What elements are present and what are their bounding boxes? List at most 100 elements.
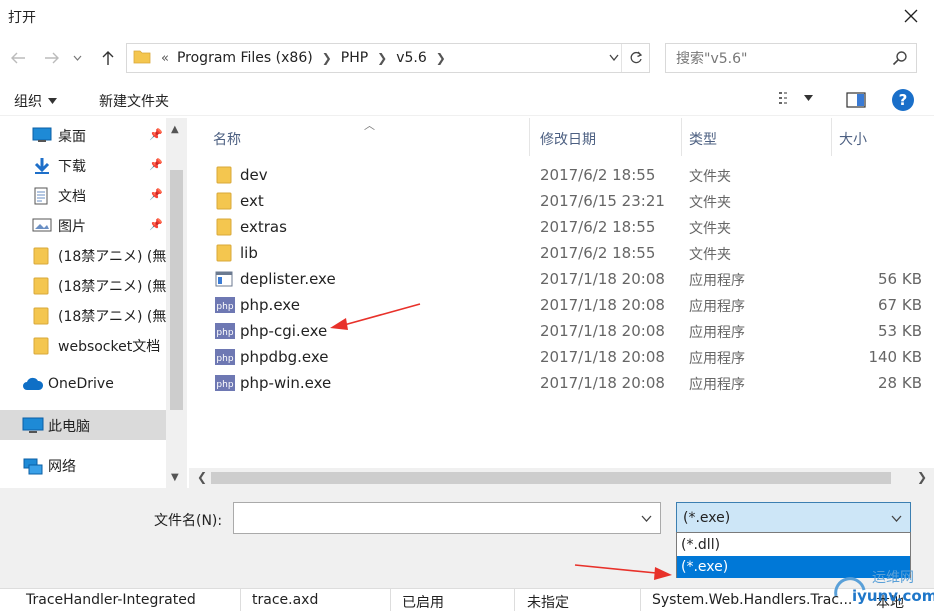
refresh-button[interactable]	[621, 44, 649, 72]
nav-item-folder-2[interactable]: (18禁アニメ) (無	[0, 270, 166, 300]
file-size: 28 KB	[878, 374, 922, 392]
address-dropdown-button[interactable]	[609, 51, 619, 64]
pin-icon[interactable]: 📌	[149, 188, 163, 201]
breadcrumb-v56[interactable]: v5.6	[396, 50, 427, 66]
file-name: php-win.exe	[240, 374, 332, 392]
folder-icon	[133, 48, 151, 68]
file-row[interactable]: lib 2017/6/2 18:55 文件夹	[189, 240, 934, 266]
chevron-down-icon[interactable]	[641, 512, 652, 525]
file-type: 应用程序	[689, 299, 745, 315]
file-type: 文件夹	[689, 169, 731, 185]
preview-pane-button[interactable]	[846, 92, 866, 112]
new-folder-button[interactable]: 新建文件夹	[99, 91, 169, 111]
help-button[interactable]: ?	[892, 89, 914, 111]
file-name: dev	[240, 166, 268, 184]
filename-input[interactable]	[233, 502, 661, 534]
file-modified: 2017/6/2 18:55	[540, 244, 656, 262]
chevron-right-icon[interactable]: ❯	[436, 51, 446, 65]
search-placeholder: 搜索"v5.6"	[676, 51, 748, 67]
file-row[interactable]: php php-cgi.exe 2017/1/18 20:08 应用程序 53 …	[189, 318, 934, 344]
chevron-right-icon[interactable]: ❯	[322, 51, 332, 65]
php-icon: php	[215, 374, 235, 396]
file-list-hscrollbar[interactable]: ❮ ❯	[189, 468, 934, 488]
file-row[interactable]: dev 2017/6/2 18:55 文件夹	[189, 162, 934, 188]
file-size: 53 KB	[878, 322, 922, 340]
breadcrumb-php[interactable]: PHP	[341, 50, 368, 66]
address-overflow[interactable]: «	[161, 51, 169, 66]
file-name: phpdbg.exe	[240, 348, 329, 366]
file-row[interactable]: deplister.exe 2017/1/18 20:08 应用程序 56 KB	[189, 266, 934, 292]
file-row[interactable]: php php.exe 2017/1/18 20:08 应用程序 67 KB	[189, 292, 934, 318]
scroll-right-arrow-icon[interactable]: ❯	[917, 470, 927, 484]
forward-button[interactable]	[40, 46, 64, 70]
search-icon[interactable]	[892, 50, 908, 70]
caret-down-icon	[804, 95, 813, 101]
column-divider[interactable]	[529, 118, 530, 156]
organize-button[interactable]: 组织	[14, 91, 57, 111]
nav-scrollbar-thumb[interactable]	[170, 170, 183, 410]
nav-item-pictures[interactable]: 图片 📌	[0, 210, 166, 240]
breadcrumb-program-files[interactable]: Program Files (x86)	[177, 50, 313, 66]
filter-option-dll[interactable]: (*.dll)	[677, 534, 910, 556]
pin-icon[interactable]: 📌	[149, 218, 163, 231]
folder-icon	[32, 337, 50, 359]
recent-locations-button[interactable]	[70, 46, 84, 70]
network-icon	[22, 457, 44, 479]
address-row: « Program Files (x86) ❯ PHP ❯ v5.6 ❯ 搜索"…	[0, 38, 934, 78]
nav-item-folder-3[interactable]: (18禁アニメ) (無	[0, 300, 166, 330]
column-size[interactable]: 大小	[839, 129, 867, 149]
background-cell: System.Web.Handlers.Trac...	[652, 592, 853, 608]
pin-icon[interactable]: 📌	[149, 128, 163, 141]
address-bar[interactable]: « Program Files (x86) ❯ PHP ❯ v5.6 ❯	[126, 43, 650, 73]
back-arrow-icon	[11, 52, 25, 64]
chevron-down-icon[interactable]	[891, 512, 902, 525]
view-options-button[interactable]	[778, 90, 813, 106]
help-icon: ?	[898, 91, 908, 109]
close-button[interactable]	[888, 0, 934, 32]
nav-item-downloads[interactable]: 下载 📌	[0, 150, 166, 180]
divider	[640, 589, 641, 611]
title-bar: 打开	[0, 0, 934, 32]
scroll-down-arrow-icon[interactable]: ▼	[171, 472, 179, 483]
column-name[interactable]: 名称	[213, 129, 241, 149]
pin-icon[interactable]: 📌	[149, 158, 163, 171]
exe-icon	[215, 270, 233, 292]
file-row[interactable]: ext 2017/6/15 23:21 文件夹	[189, 188, 934, 214]
column-type[interactable]: 类型	[689, 129, 717, 149]
organize-label: 组织	[14, 94, 42, 110]
chevron-right-icon[interactable]: ❯	[377, 51, 387, 65]
nav-item-network[interactable]: 网络	[0, 450, 166, 480]
scroll-up-arrow-icon[interactable]: ▲	[171, 124, 179, 135]
nav-item-folder-1[interactable]: (18禁アニメ) (無	[0, 240, 166, 270]
file-row[interactable]: php php-win.exe 2017/1/18 20:08 应用程序 28 …	[189, 370, 934, 396]
folder-icon	[215, 244, 233, 266]
file-row[interactable]: extras 2017/6/2 18:55 文件夹	[189, 214, 934, 240]
pictures-icon	[32, 217, 52, 237]
nav-item-websocket[interactable]: websocket文档	[0, 330, 166, 360]
folder-icon	[215, 218, 233, 240]
nav-scrollbar[interactable]: ▲ ▼	[166, 118, 187, 488]
background-cell: 未指定	[527, 595, 569, 611]
file-row[interactable]: php phpdbg.exe 2017/1/18 20:08 应用程序 140 …	[189, 344, 934, 370]
folder-icon	[32, 247, 50, 269]
back-button[interactable]	[6, 46, 30, 70]
file-type-filter[interactable]: (*.exe)	[676, 502, 911, 534]
file-modified: 2017/6/2 18:55	[540, 218, 656, 236]
nav-item-onedrive[interactable]: OneDrive	[0, 370, 166, 400]
php-icon: php	[215, 348, 235, 370]
filter-selected-value: (*.exe)	[683, 510, 731, 526]
column-modified[interactable]: 修改日期	[540, 129, 596, 149]
background-cell: trace.axd	[252, 592, 319, 608]
search-box[interactable]: 搜索"v5.6"	[665, 43, 917, 73]
divider	[390, 589, 391, 611]
column-divider[interactable]	[681, 118, 682, 156]
background-cell: TraceHandler-Integrated	[26, 592, 196, 608]
scroll-left-arrow-icon[interactable]: ❮	[197, 470, 207, 484]
hscrollbar-thumb[interactable]	[211, 472, 891, 484]
nav-item-desktop[interactable]: 桌面 📌	[0, 120, 166, 150]
column-divider[interactable]	[831, 118, 832, 156]
folder-icon	[215, 192, 233, 214]
nav-item-documents[interactable]: 文档 📌	[0, 180, 166, 210]
up-button[interactable]	[96, 46, 120, 70]
nav-item-this-pc[interactable]: 此电脑	[0, 410, 166, 440]
